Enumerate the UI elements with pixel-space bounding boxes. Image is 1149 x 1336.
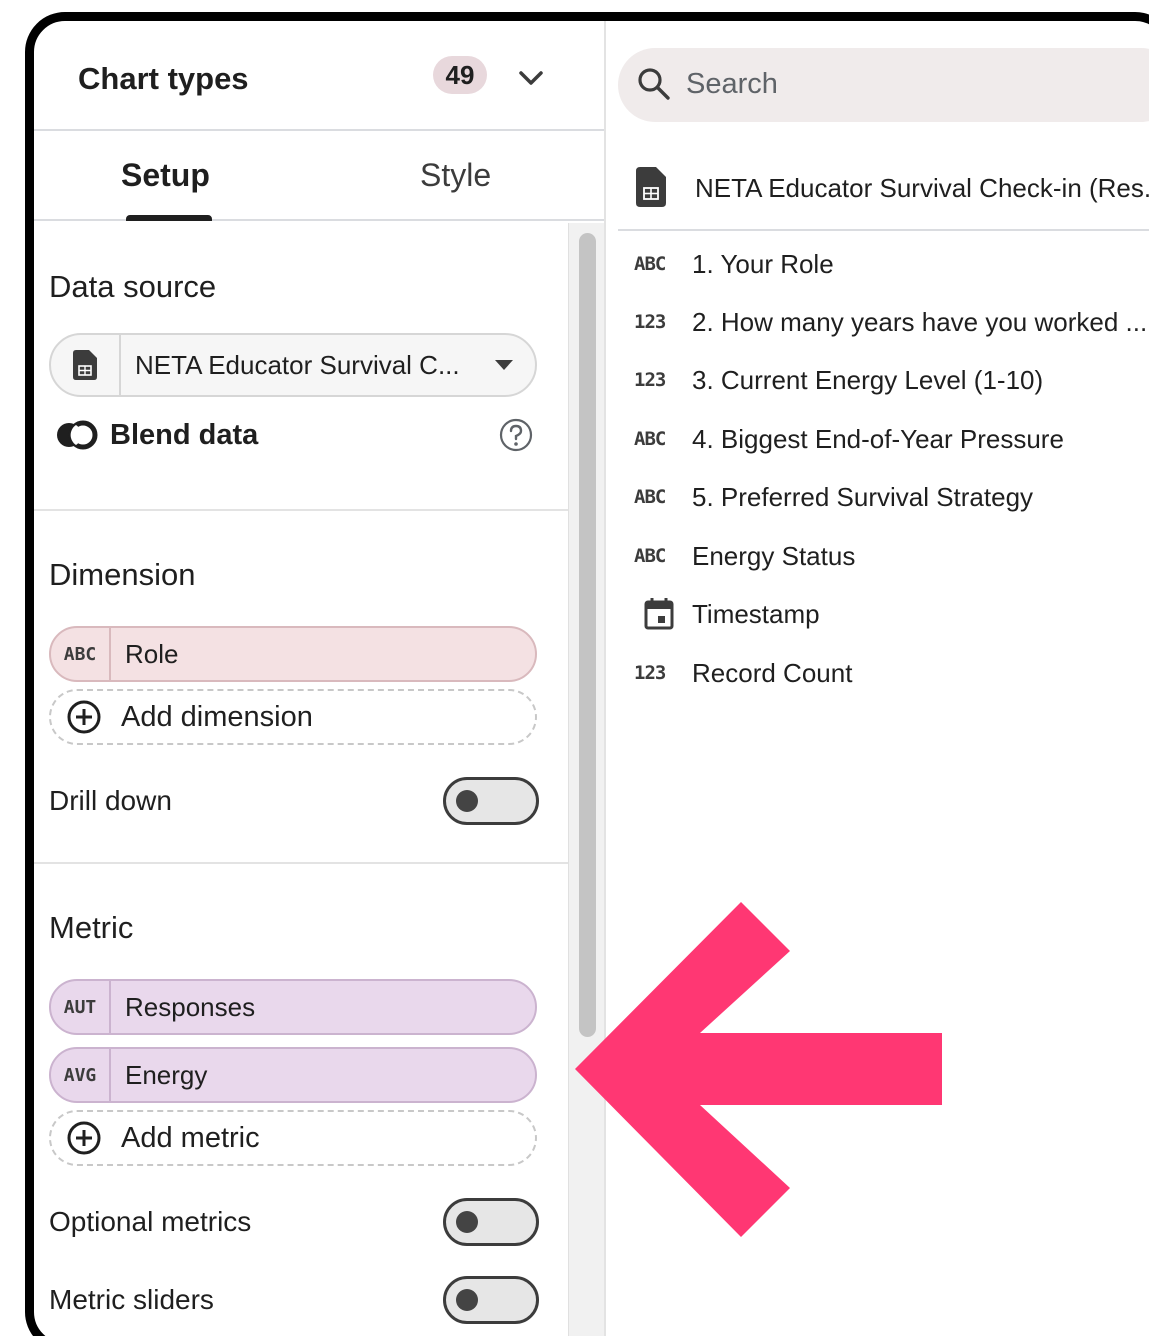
toggle-knob <box>456 790 478 812</box>
data-source-header[interactable]: NETA Educator Survival Check-in (Res... <box>618 151 1149 231</box>
list-item[interactable]: 123 3. Current Energy Level (1-10) <box>634 361 1149 401</box>
list-item[interactable]: ABC Energy Status <box>634 537 1149 577</box>
add-circle-icon <box>67 1121 101 1155</box>
data-source-selector[interactable]: NETA Educator Survival C... <box>49 333 537 397</box>
dimension-field-name: Role <box>125 638 179 669</box>
add-circle-icon <box>67 700 101 734</box>
metric-heading: Metric <box>49 910 134 945</box>
field-name: Timestamp <box>692 599 820 629</box>
drill-down-label: Drill down <box>49 785 172 816</box>
blend-data-button[interactable]: Blend data <box>54 415 534 455</box>
metric-sliders-toggle[interactable] <box>443 1276 539 1324</box>
field-name: Energy Status <box>692 541 856 571</box>
drill-down-row: Drill down <box>49 777 539 827</box>
field-name: 1. Your Role <box>692 249 834 279</box>
aggregation-avg: AVG <box>51 1049 111 1101</box>
metric-sliders-row: Metric sliders <box>49 1276 539 1326</box>
field-type-abc: ABC <box>634 486 666 508</box>
add-dimension-button[interactable]: Add dimension <box>49 689 537 745</box>
drill-down-toggle[interactable] <box>443 777 539 825</box>
field-type-123: 123 <box>634 369 666 391</box>
chart-types-selector[interactable]: Chart types 49 <box>34 21 604 131</box>
aggregation-aut: AUT <box>51 981 111 1033</box>
field-name: 5. Preferred Survival Strategy <box>692 482 1034 512</box>
add-metric-button[interactable]: Add metric <box>49 1110 537 1166</box>
toggle-knob <box>456 1289 478 1311</box>
field-type-abc: ABC <box>634 253 666 275</box>
fields-panel: Search NETA Educator Survival Check-in (… <box>606 21 1149 1336</box>
dimension-heading: Dimension <box>49 557 196 592</box>
field-type-abc: ABC <box>51 628 111 680</box>
field-name: 3. Current Energy Level (1-10) <box>692 365 1044 395</box>
scrollbar[interactable] <box>568 223 604 1336</box>
list-item[interactable]: Timestamp <box>634 595 1149 635</box>
tab-setup[interactable]: Setup <box>121 157 210 194</box>
optional-metrics-label: Optional metrics <box>49 1206 252 1237</box>
section-divider <box>34 509 568 511</box>
add-metric-label: Add metric <box>121 1121 260 1154</box>
dimension-field-role[interactable]: ABC Role <box>49 626 537 682</box>
chart-types-count-badge: 49 <box>433 56 487 94</box>
section-divider <box>34 862 568 864</box>
field-search-input[interactable]: Search <box>618 48 1149 122</box>
chart-types-title: Chart types <box>78 61 249 96</box>
blend-icon <box>57 420 98 450</box>
metric-field-name: Energy <box>125 1059 208 1090</box>
chevron-down-icon[interactable] <box>518 69 544 87</box>
field-type-abc: ABC <box>634 545 666 567</box>
sheet-icon <box>636 167 666 207</box>
search-icon <box>638 68 670 100</box>
metric-sliders-label: Metric sliders <box>49 1284 214 1315</box>
blend-data-label: Blend data <box>110 418 259 451</box>
field-name: 4. Biggest End-of-Year Pressure <box>692 424 1064 454</box>
list-item[interactable]: 123 Record Count <box>634 654 1149 694</box>
data-source-heading: Data source <box>49 269 217 304</box>
active-tab-indicator <box>126 215 212 221</box>
list-item[interactable]: ABC 4. Biggest End-of-Year Pressure <box>634 420 1149 460</box>
list-item[interactable]: 123 2. How many years have you worked ..… <box>634 303 1149 343</box>
optional-metrics-toggle[interactable] <box>443 1198 539 1246</box>
scrollbar-thumb[interactable] <box>579 233 596 1037</box>
field-type-123: 123 <box>634 311 666 333</box>
app-frame: Chart types 49 Setup Style Data source N… <box>25 12 1149 1336</box>
tab-bar: Setup Style <box>34 133 604 221</box>
field-name: 2. How many years have you worked ... <box>692 307 1148 337</box>
field-name: Record Count <box>692 658 853 688</box>
tab-style[interactable]: Style <box>420 157 491 194</box>
properties-panel: Chart types 49 Setup Style Data source N… <box>34 21 604 1336</box>
optional-metrics-row: Optional metrics <box>49 1198 539 1248</box>
add-dimension-label: Add dimension <box>121 700 313 733</box>
search-placeholder: Search <box>686 68 778 100</box>
list-item[interactable]: ABC 5. Preferred Survival Strategy <box>634 478 1149 518</box>
data-source-name: NETA Educator Survival C... <box>135 349 460 380</box>
data-source-full-name: NETA Educator Survival Check-in (Res... <box>695 173 1149 203</box>
sheet-icon <box>51 335 121 395</box>
field-type-abc: ABC <box>634 428 666 450</box>
metric-field-energy[interactable]: AVG Energy <box>49 1047 537 1103</box>
dropdown-caret-icon <box>495 360 513 370</box>
setup-scroll-area: Data source NETA Educator Survival C... <box>34 223 568 1336</box>
field-type-123: 123 <box>634 662 666 684</box>
help-icon[interactable] <box>498 417 534 453</box>
metric-field-name: Responses <box>125 991 256 1022</box>
calendar-icon <box>644 598 674 630</box>
metric-field-responses[interactable]: AUT Responses <box>49 979 537 1035</box>
list-item[interactable]: ABC 1. Your Role <box>634 245 1149 285</box>
toggle-knob <box>456 1211 478 1233</box>
